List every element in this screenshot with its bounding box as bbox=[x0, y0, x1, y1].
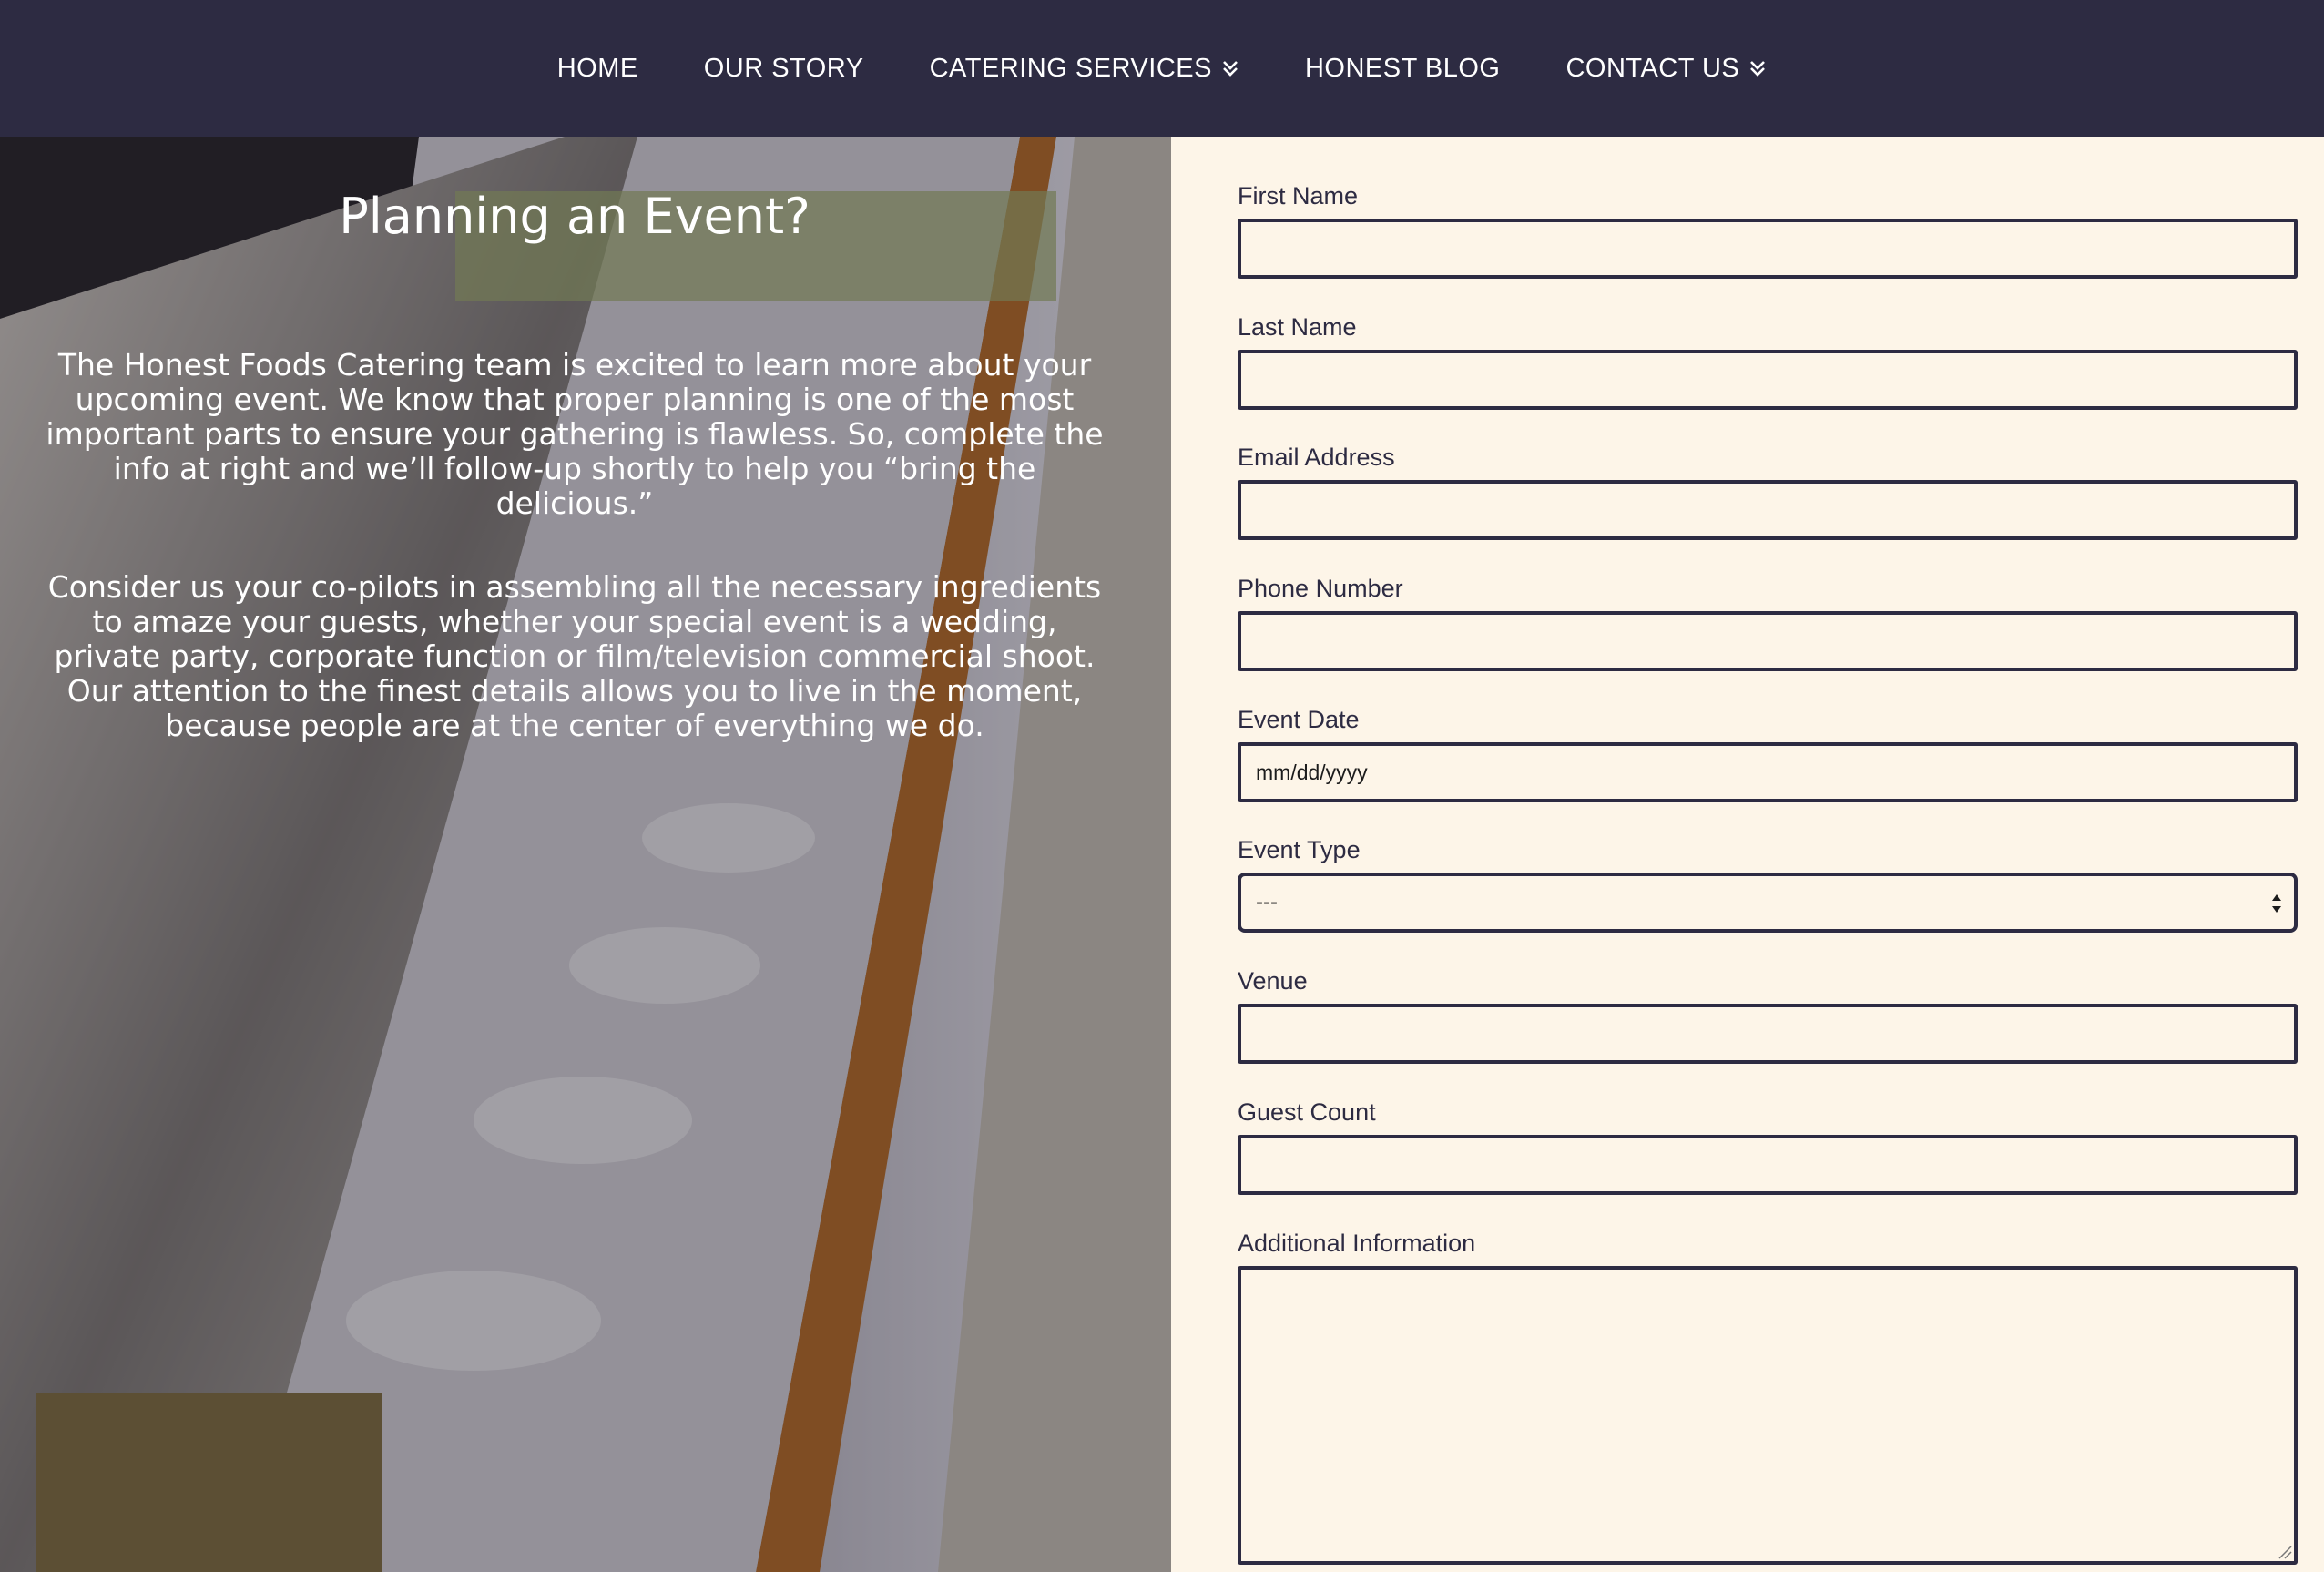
guest-count-field: Guest Count bbox=[1238, 1098, 2298, 1195]
hero-paragraph-1: The Honest Foods Catering team is excite… bbox=[46, 347, 1104, 521]
chevron-double-down-icon bbox=[1221, 58, 1239, 78]
nav-item-home[interactable]: HOME bbox=[557, 54, 638, 84]
nav-item-label: CONTACT US bbox=[1565, 53, 1740, 83]
additional-info-field: Additional Information bbox=[1238, 1230, 2298, 1565]
resize-grip-icon[interactable] bbox=[2276, 1543, 2292, 1559]
venue-input[interactable] bbox=[1238, 1004, 2298, 1064]
nav-item-catering-services[interactable]: CATERING SERVICES bbox=[930, 54, 1239, 84]
venue-label: Venue bbox=[1238, 967, 1308, 995]
event-date-field: Event Date mm/dd/yyyy bbox=[1238, 706, 2298, 802]
top-nav: HOME OUR STORY CATERING SERVICES HONEST … bbox=[0, 0, 2324, 137]
hero-paragraph-2: Consider us your co-pilots in assembling… bbox=[47, 569, 1102, 743]
hero-title: Planning an Event? bbox=[339, 188, 810, 245]
phone-label: Phone Number bbox=[1238, 575, 1403, 602]
first-name-field: First Name bbox=[1238, 182, 2298, 279]
phone-field: Phone Number bbox=[1238, 575, 2298, 671]
email-label: Email Address bbox=[1238, 444, 1395, 471]
additional-info-label: Additional Information bbox=[1238, 1230, 1476, 1257]
event-type-selected-value: --- bbox=[1256, 890, 1278, 914]
venue-field: Venue bbox=[1238, 967, 2298, 1064]
first-name-label: First Name bbox=[1238, 182, 1359, 209]
first-name-input[interactable] bbox=[1238, 219, 2298, 279]
nav-item-honest-blog[interactable]: HONEST BLOG bbox=[1305, 54, 1500, 84]
email-field: Email Address bbox=[1238, 444, 2298, 540]
event-type-select[interactable]: --- bbox=[1238, 873, 2298, 933]
guest-count-label: Guest Count bbox=[1238, 1098, 1376, 1126]
guest-count-input[interactable] bbox=[1238, 1135, 2298, 1195]
additional-info-textarea[interactable] bbox=[1238, 1266, 2298, 1565]
phone-input[interactable] bbox=[1238, 611, 2298, 671]
nav-item-label: OUR STORY bbox=[703, 53, 864, 83]
last-name-label: Last Name bbox=[1238, 313, 1357, 341]
event-date-input[interactable]: mm/dd/yyyy bbox=[1238, 742, 2298, 802]
nav-item-our-story[interactable]: OUR STORY bbox=[704, 54, 864, 84]
select-arrows-icon bbox=[2270, 891, 2283, 916]
nav-item-contact-us[interactable]: CONTACT US bbox=[1565, 54, 1767, 84]
event-date-label: Event Date bbox=[1238, 706, 1360, 733]
nav-item-label: HOME bbox=[556, 53, 638, 83]
nav-item-label: CATERING SERVICES bbox=[929, 53, 1212, 83]
event-type-field: Event Type --- bbox=[1238, 836, 2298, 933]
email-input[interactable] bbox=[1238, 480, 2298, 540]
chevron-double-down-icon bbox=[1748, 58, 1767, 78]
event-inquiry-form: First Name Last Name Email Address Phone… bbox=[1171, 137, 2324, 1572]
nav-item-label: HONEST BLOG bbox=[1304, 53, 1501, 83]
last-name-field: Last Name bbox=[1238, 313, 2298, 410]
event-type-label: Event Type bbox=[1238, 836, 1361, 863]
hero-section: Planning an Event? The Honest Foods Cate… bbox=[0, 137, 1171, 1572]
last-name-input[interactable] bbox=[1238, 350, 2298, 410]
